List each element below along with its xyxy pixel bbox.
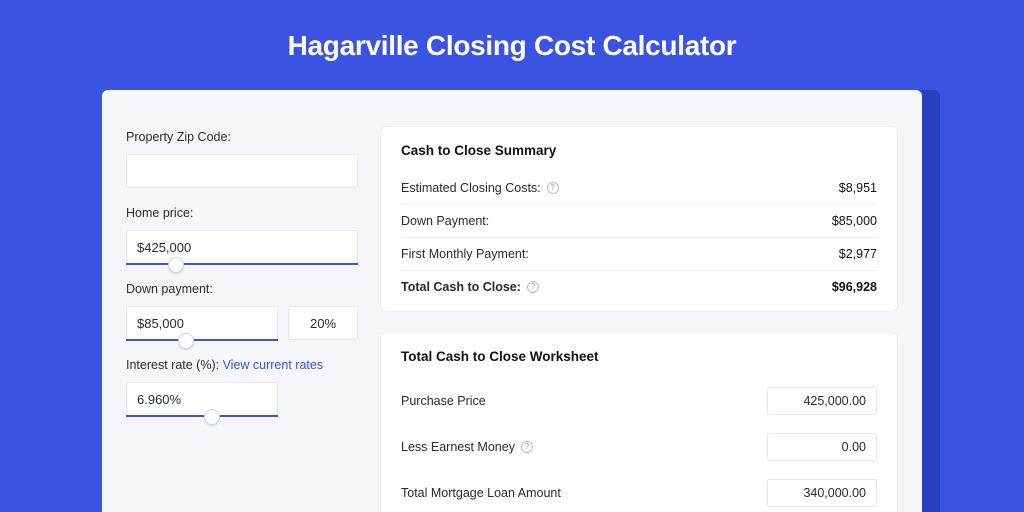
summary-row-label: Down Payment: [401,214,489,228]
worksheet-row-label: Purchase Price [401,394,486,408]
interest-slider[interactable] [126,382,278,416]
worksheet-row-input[interactable] [767,433,877,461]
home-price-field: Home price: [126,206,358,264]
interest-input[interactable] [126,382,278,416]
help-icon[interactable]: ? [547,182,559,194]
down-payment-slider[interactable] [126,306,358,340]
down-payment-field: Down payment: [126,282,358,340]
home-price-input[interactable] [126,230,358,264]
worksheet-row-input[interactable] [767,479,877,507]
worksheet-row-mortgage-loan: Total Mortgage Loan Amount [401,470,877,512]
down-payment-slider-track [126,339,278,341]
zip-label: Property Zip Code: [126,130,358,144]
worksheet-panel: Total Cash to Close Worksheet Purchase P… [380,332,898,512]
summary-panel: Cash to Close Summary Estimated Closing … [380,126,898,312]
summary-row-down-payment: Down Payment: $85,000 [401,205,877,238]
worksheet-heading: Total Cash to Close Worksheet [401,349,877,364]
home-price-slider-thumb[interactable] [168,257,184,273]
zip-input[interactable] [126,154,358,188]
worksheet-row-input[interactable] [767,387,877,415]
summary-row-value: $8,951 [839,181,877,195]
summary-row-value: $2,977 [839,247,877,261]
summary-row-label: First Monthly Payment: [401,247,529,261]
worksheet-row-label: Less Earnest Money [401,440,515,454]
inputs-column: Property Zip Code: Home price: Down paym… [126,126,358,512]
summary-row-label: Total Cash to Close: [401,280,521,294]
down-payment-label: Down payment: [126,282,358,296]
summary-row-closing-costs: Estimated Closing Costs: ? $8,951 [401,172,877,205]
home-price-label: Home price: [126,206,358,220]
summary-row-total-cash: Total Cash to Close: ? $96,928 [401,271,877,303]
view-rates-link[interactable]: View current rates [223,358,324,372]
worksheet-row-label: Total Mortgage Loan Amount [401,486,561,500]
help-icon[interactable]: ? [521,441,533,453]
summary-row-value: $85,000 [832,214,877,228]
home-price-slider[interactable] [126,230,358,264]
down-payment-slider-thumb[interactable] [178,333,194,349]
interest-field: Interest rate (%): View current rates [126,358,358,416]
interest-slider-track [126,415,278,417]
interest-label: Interest rate (%): View current rates [126,358,358,372]
summary-row-label: Estimated Closing Costs: [401,181,541,195]
summary-row-first-monthly: First Monthly Payment: $2,977 [401,238,877,271]
down-payment-input[interactable] [126,306,278,340]
help-icon[interactable]: ? [527,281,539,293]
results-column: Cash to Close Summary Estimated Closing … [380,126,898,512]
summary-heading: Cash to Close Summary [401,143,877,158]
home-price-slider-track [126,263,358,265]
calculator-card: Property Zip Code: Home price: Down paym… [102,90,922,512]
down-payment-pct-input[interactable] [288,306,358,340]
interest-slider-thumb[interactable] [204,409,220,425]
worksheet-row-earnest-money: Less Earnest Money ? [401,424,877,470]
calculator-stage: Property Zip Code: Home price: Down paym… [102,90,922,512]
interest-label-text: Interest rate (%): [126,358,223,372]
worksheet-row-purchase-price: Purchase Price [401,378,877,424]
summary-row-value: $96,928 [832,280,877,294]
page-title: Hagarville Closing Cost Calculator [288,30,737,62]
zip-field: Property Zip Code: [126,130,358,188]
